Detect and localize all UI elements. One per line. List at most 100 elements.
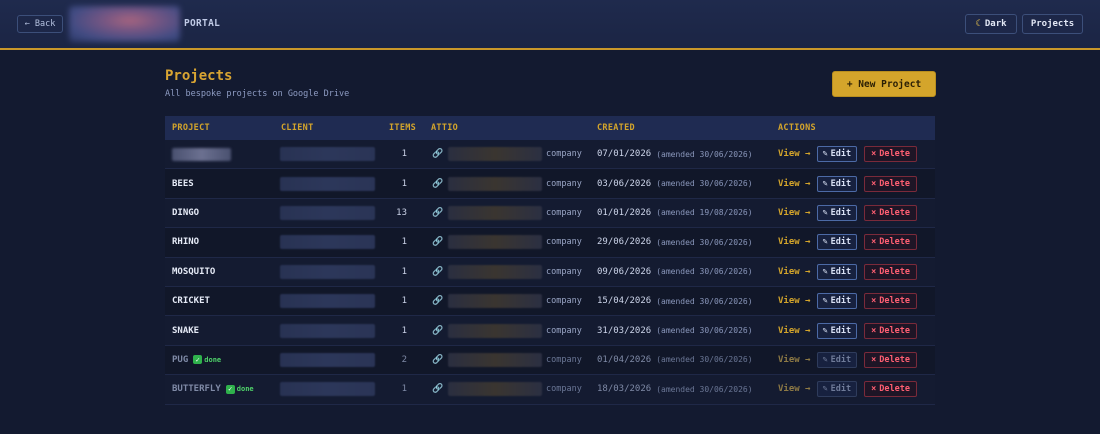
column-header-items[interactable]: ITEMS (389, 116, 416, 140)
delete-button[interactable]: × Delete (864, 263, 917, 280)
view-link[interactable]: View → (778, 267, 811, 277)
edit-button[interactable]: ✎ Edit (816, 175, 858, 192)
amended-date: (amended 30/06/2026) (656, 355, 753, 365)
edit-label: Edit (830, 296, 852, 307)
edit-button[interactable]: ✎ Edit (816, 263, 858, 280)
link-icon[interactable]: 🔗 (432, 296, 444, 306)
client-cell (280, 346, 375, 374)
view-link[interactable]: View → (778, 326, 811, 336)
top-header: ← Back PORTAL ☾ Dark Projects (0, 0, 1100, 50)
amended-date: (amended 30/06/2026) (656, 237, 753, 247)
delete-button[interactable]: × Delete (864, 146, 917, 163)
actions-cell: View → ✎ Edit × Delete (778, 169, 917, 197)
pencil-icon: ✎ (822, 237, 828, 248)
redacted-client-name (280, 294, 375, 309)
link-icon[interactable]: 🔗 (432, 355, 444, 365)
table-row: BEES 1 🔗 company 03/06/2026 (amended 30/06/20… (165, 169, 935, 199)
back-button[interactable]: ← Back (17, 15, 63, 33)
redacted-attio-link[interactable] (448, 205, 542, 220)
table-header: PROJECT CLIENT ITEMS ATTIO CREATED ACTIO… (165, 116, 935, 140)
column-header-attio[interactable]: ATTIO (431, 116, 458, 140)
link-icon[interactable]: 🔗 (432, 384, 444, 394)
redacted-attio-link[interactable] (448, 235, 542, 250)
view-link[interactable]: View → (778, 355, 811, 365)
pencil-icon: ✎ (822, 266, 828, 277)
delete-button[interactable]: × Delete (864, 322, 917, 339)
redacted-attio-link[interactable] (448, 147, 542, 162)
edit-button[interactable]: ✎ Edit (816, 204, 858, 221)
column-header-client[interactable]: CLIENT (281, 116, 314, 140)
column-header-project[interactable]: PROJECT (172, 116, 210, 140)
redacted-attio-link[interactable] (448, 382, 542, 397)
link-icon[interactable]: 🔗 (432, 326, 444, 336)
view-link[interactable]: View → (778, 179, 811, 189)
edit-button[interactable]: ✎ Edit (816, 381, 858, 398)
redacted-project-name (172, 147, 231, 161)
pencil-icon: ✎ (822, 384, 828, 395)
attio-cell: 🔗 company (432, 316, 582, 344)
edit-button[interactable]: ✎ Edit (816, 146, 858, 163)
delete-button[interactable]: × Delete (864, 293, 917, 310)
project-name: PUG (172, 354, 189, 365)
projects-nav-label: Projects (1030, 19, 1075, 29)
created-date: 07/01/2026 (597, 149, 652, 160)
column-header-created[interactable]: CREATED (597, 116, 635, 140)
client-cell (280, 199, 375, 227)
redacted-attio-link[interactable] (448, 323, 542, 338)
done-badge: ✓ done (225, 384, 254, 394)
project-name: BUTTERFLY (172, 384, 221, 395)
dark-mode-label: Dark (984, 19, 1007, 29)
delete-button[interactable]: × Delete (864, 381, 917, 398)
attio-record-type: company (546, 266, 582, 277)
project-name-cell: PUG ✓ done (172, 346, 221, 374)
edit-button[interactable]: ✎ Edit (816, 293, 858, 310)
view-link[interactable]: View → (778, 237, 811, 247)
view-link[interactable]: View → (778, 296, 811, 306)
attio-record-type: company (546, 178, 582, 189)
attio-cell: 🔗 company (432, 199, 582, 227)
delete-button[interactable]: × Delete (864, 351, 917, 368)
created-cell: 07/01/2026 (amended 30/06/2026) (597, 140, 753, 168)
pencil-icon: ✎ (822, 325, 828, 336)
items-count: 1 (401, 149, 407, 160)
created-cell: 31/03/2026 (amended 30/06/2026) (597, 316, 753, 344)
x-icon: × (871, 354, 877, 365)
new-project-button[interactable]: + New Project (832, 71, 936, 97)
attio-record-type: company (546, 237, 582, 248)
link-icon[interactable]: 🔗 (432, 149, 444, 159)
delete-button[interactable]: × Delete (864, 234, 917, 251)
view-link[interactable]: View → (778, 384, 811, 394)
view-link[interactable]: View → (778, 208, 811, 218)
view-link[interactable]: View → (778, 149, 811, 159)
redacted-attio-link[interactable] (448, 264, 542, 279)
edit-button[interactable]: ✎ Edit (816, 234, 858, 251)
edit-button[interactable]: ✎ Edit (816, 322, 858, 339)
table-row: DINGO 13 🔗 company 01/01/2026 (amended 19/08/… (165, 198, 935, 229)
created-date: 09/06/2026 (597, 266, 652, 277)
delete-button[interactable]: × Delete (864, 204, 917, 221)
page-title: Projects (165, 68, 233, 84)
projects-nav-button[interactable]: Projects (1022, 14, 1083, 34)
attio-cell: 🔗 company (432, 228, 582, 256)
project-name: MOSQUITO (172, 266, 216, 277)
delete-button[interactable]: × Delete (864, 175, 917, 192)
amended-date: (amended 30/06/2026) (656, 326, 753, 336)
table-row: PUG ✓ done 2 🔗 company 01/04/2026 (amended 30/0… (165, 345, 935, 376)
redacted-attio-link[interactable] (448, 176, 542, 191)
x-icon: × (871, 237, 877, 248)
redacted-client-name (280, 264, 375, 279)
delete-label: Delete (879, 384, 910, 395)
redacted-attio-link[interactable] (448, 294, 542, 309)
table-row: 1 🔗 company 07/01/2026 (amended 30/06/2026) V… (165, 140, 935, 170)
link-icon[interactable]: 🔗 (432, 237, 444, 247)
delete-label: Delete (879, 237, 910, 248)
items-count: 1 (401, 178, 407, 189)
edit-button[interactable]: ✎ Edit (816, 351, 858, 368)
created-date: 29/06/2026 (597, 237, 652, 248)
link-icon[interactable]: 🔗 (432, 208, 444, 218)
dark-mode-toggle[interactable]: ☾ Dark (965, 14, 1017, 34)
amended-date: (amended 30/06/2026) (656, 267, 753, 277)
redacted-attio-link[interactable] (448, 352, 542, 367)
link-icon[interactable]: 🔗 (432, 267, 444, 277)
link-icon[interactable]: 🔗 (432, 179, 444, 189)
